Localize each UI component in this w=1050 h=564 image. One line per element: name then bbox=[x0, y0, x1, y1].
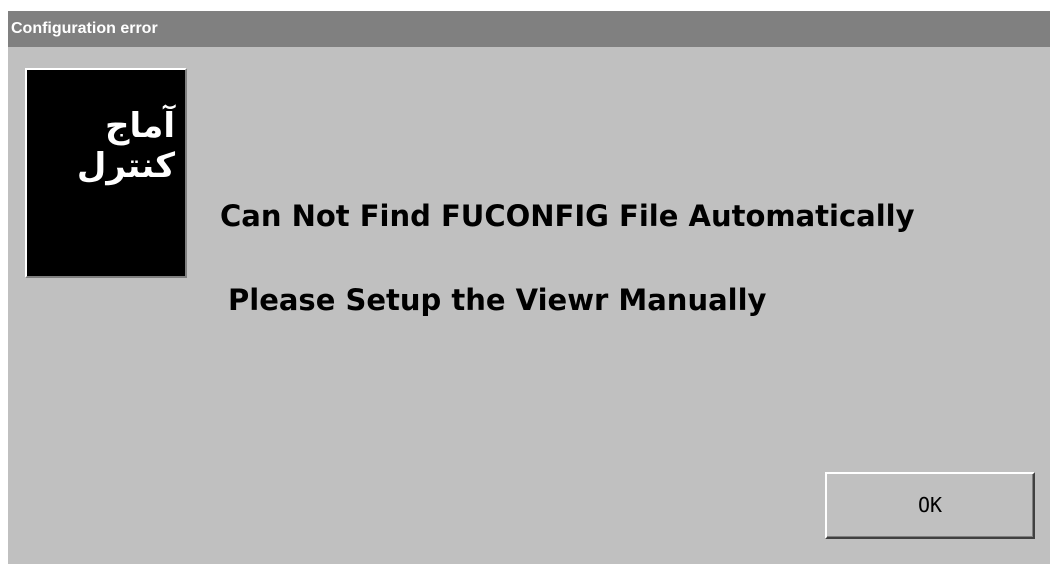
instruction-message: Please Setup the Viewr Manually bbox=[228, 283, 767, 317]
error-message: Can Not Find FUCONFIG File Automatically bbox=[220, 199, 915, 233]
config-error-dialog: Configuration error آماج کنترل Can Not F… bbox=[8, 11, 1050, 564]
ok-button[interactable]: OK bbox=[825, 472, 1035, 539]
logo-text: آماج کنترل bbox=[77, 106, 175, 186]
logo-line-2: کنترل bbox=[76, 146, 175, 186]
logo-line-1: آماج bbox=[105, 106, 175, 146]
company-logo: آماج کنترل bbox=[25, 68, 187, 278]
title-bar: Configuration error bbox=[8, 11, 1050, 47]
